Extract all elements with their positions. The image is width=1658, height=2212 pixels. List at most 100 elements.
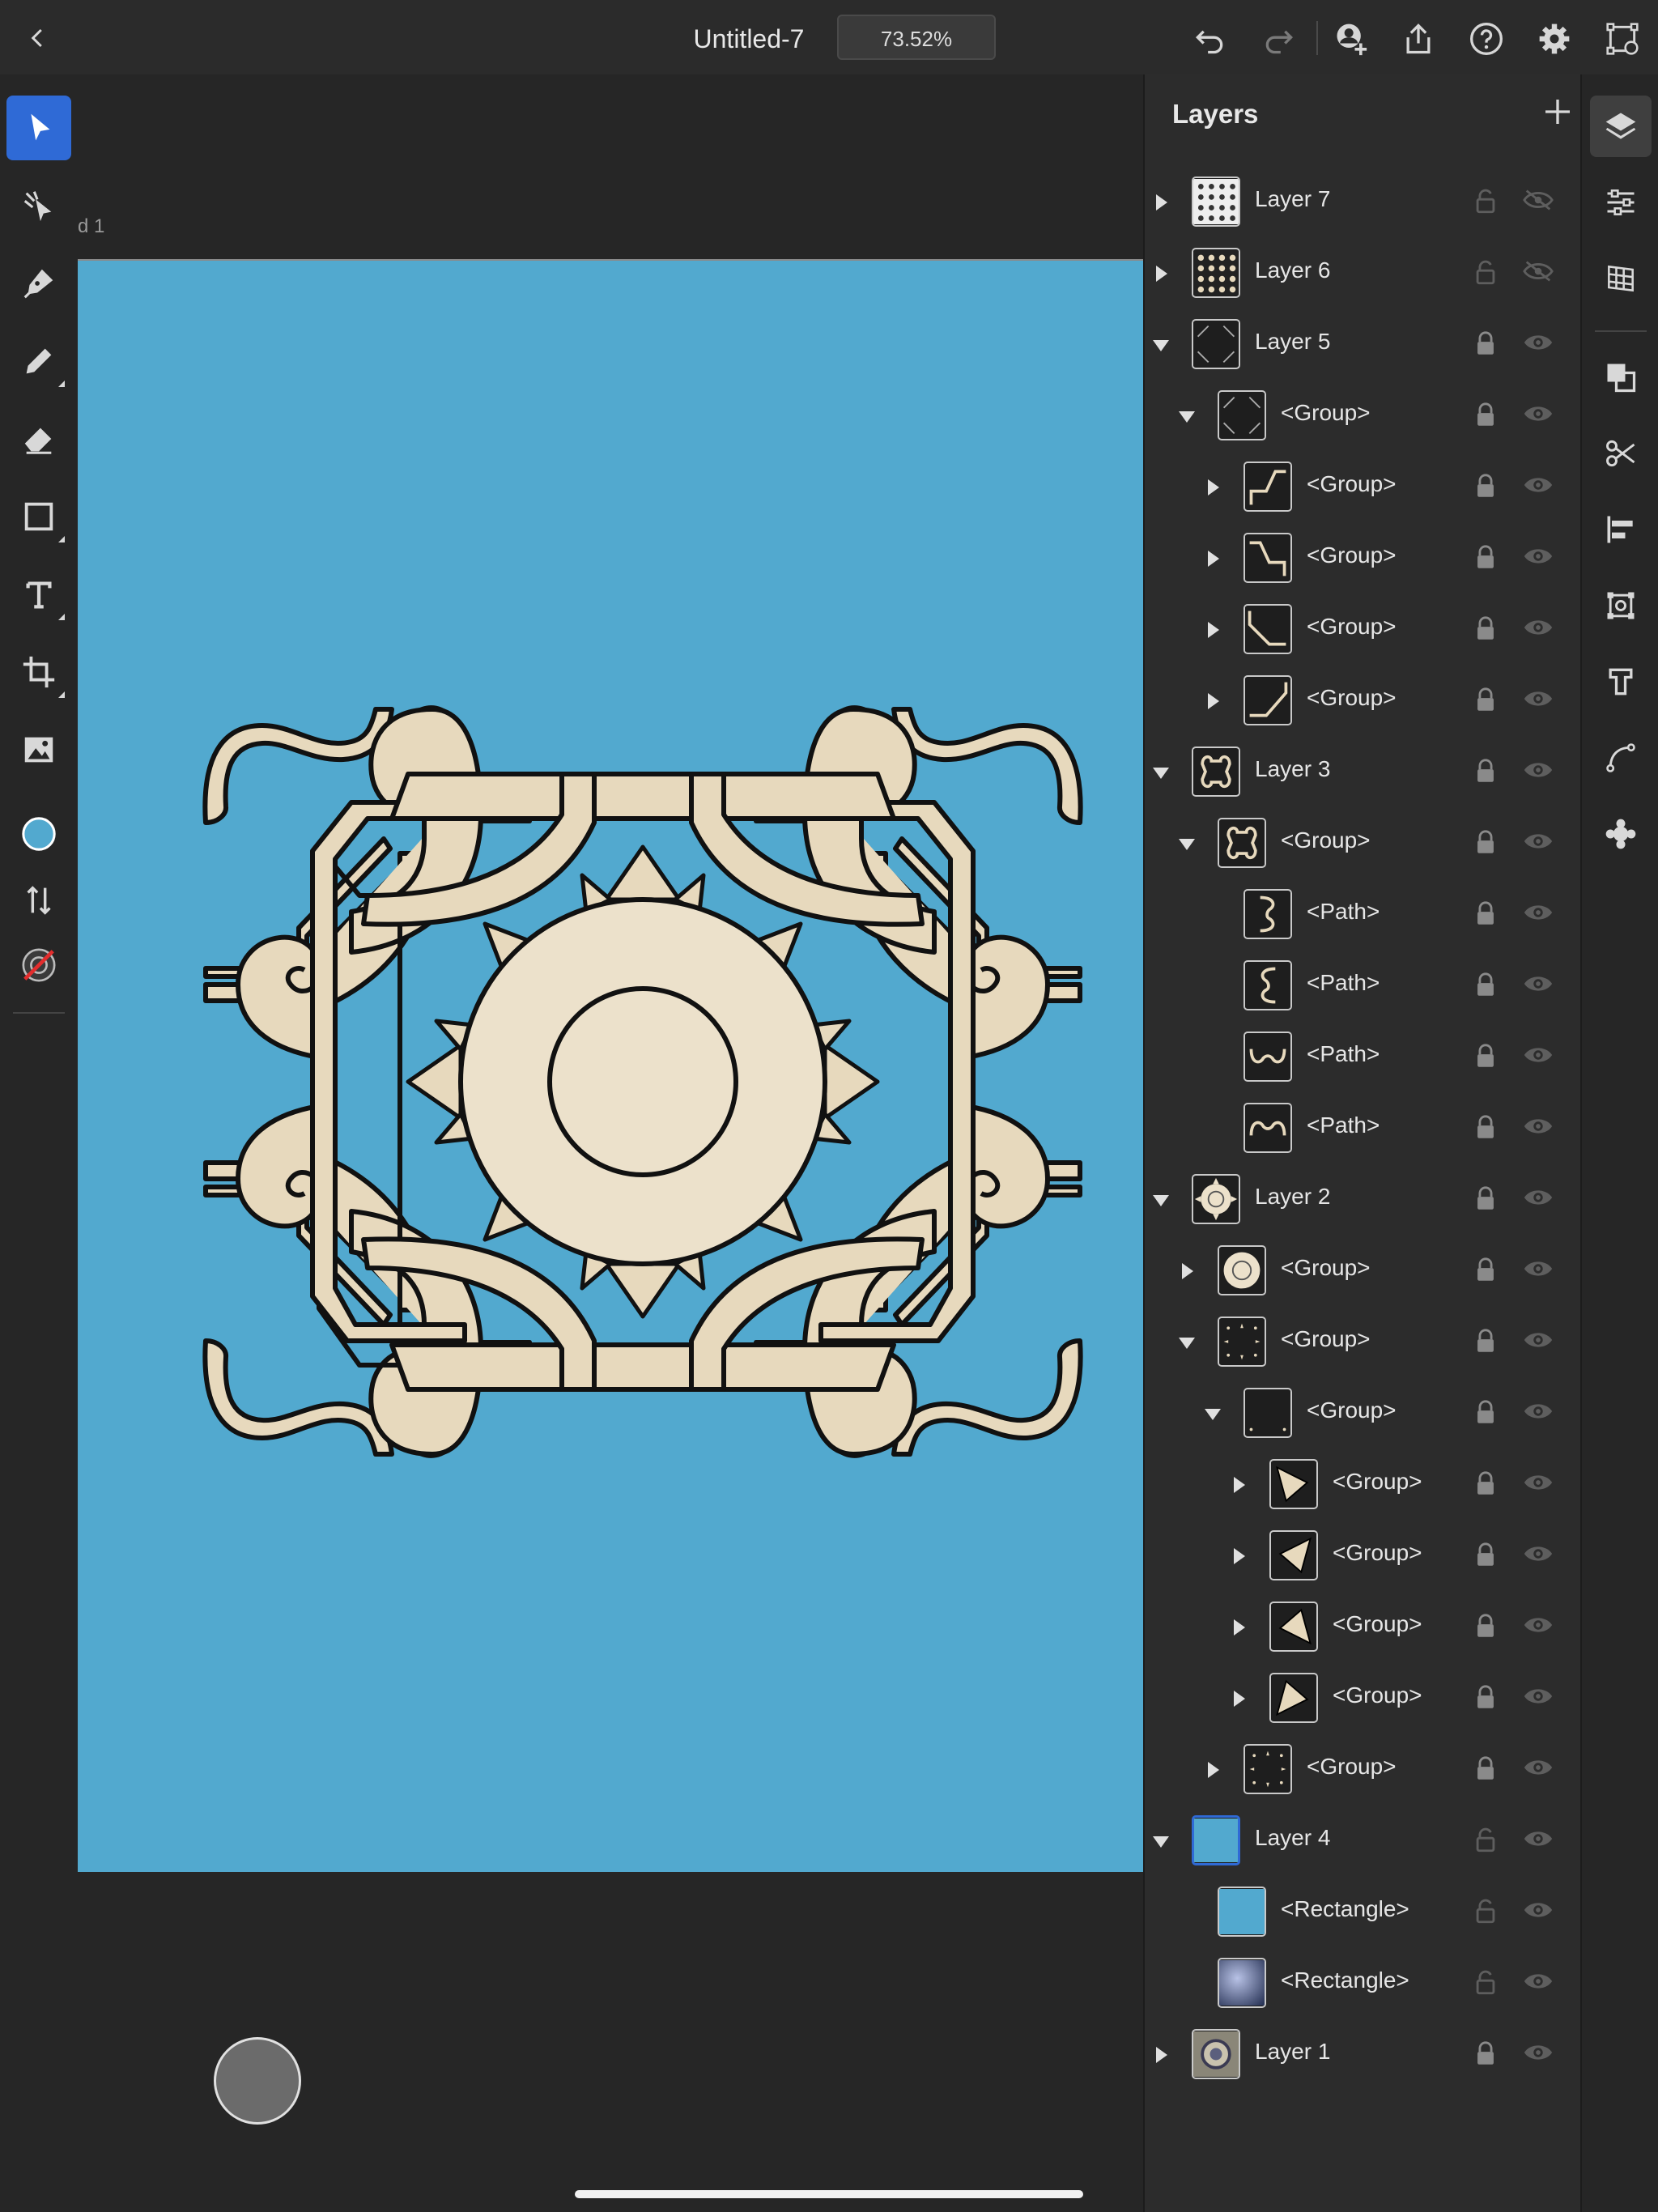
layer-row[interactable]: <Group> — [1145, 452, 1582, 523]
eye-icon[interactable] — [1522, 1613, 1554, 1640]
disclosure-collapsed-icon[interactable] — [1201, 1759, 1224, 1781]
disclosure-collapsed-icon[interactable] — [1175, 1260, 1198, 1283]
layer-row[interactable]: <Group> — [1145, 381, 1582, 452]
disclosure-collapsed-icon[interactable] — [1201, 476, 1224, 499]
layer-row[interactable]: <Rectangle> — [1145, 1877, 1582, 1948]
lock-closed-icon[interactable] — [1472, 1684, 1499, 1712]
layer-row[interactable]: Layer 7 — [1145, 167, 1582, 238]
lock-closed-icon[interactable] — [1472, 1613, 1499, 1640]
eye-icon[interactable] — [1522, 1542, 1554, 1569]
invite-button[interactable] — [1328, 16, 1373, 62]
disclosure-collapsed-icon[interactable] — [1227, 1616, 1250, 1639]
disclosure-expanded-icon[interactable] — [1150, 1189, 1172, 1211]
layer-row[interactable]: <Rectangle> — [1145, 1948, 1582, 2019]
lock-closed-icon[interactable] — [1472, 473, 1499, 500]
lock-closed-icon[interactable] — [1472, 1470, 1499, 1498]
disclosure-collapsed-icon[interactable] — [1201, 547, 1224, 570]
eye-icon[interactable] — [1522, 1684, 1554, 1712]
eye-icon[interactable] — [1522, 829, 1554, 857]
disclosure-expanded-icon[interactable] — [1175, 832, 1198, 855]
disclosure-expanded-icon[interactable] — [1201, 1402, 1224, 1425]
lock-open-icon[interactable] — [1472, 1827, 1499, 1854]
lock-closed-icon[interactable] — [1472, 1542, 1499, 1569]
disclosure-expanded-icon[interactable] — [1175, 1331, 1198, 1354]
fill-swatch[interactable] — [6, 802, 71, 866]
lock-closed-icon[interactable] — [1472, 330, 1499, 358]
layer-row[interactable]: <Group> — [1145, 666, 1582, 737]
layer-row[interactable]: Layer 6 — [1145, 238, 1582, 309]
back-button[interactable] — [18, 18, 58, 58]
lock-closed-icon[interactable] — [1472, 1114, 1499, 1142]
stroke-swatch[interactable] — [6, 933, 71, 998]
preview-button[interactable] — [1600, 16, 1645, 62]
quick-action-button[interactable] — [214, 2037, 301, 2125]
lock-open-icon[interactable] — [1472, 188, 1499, 215]
eye-icon[interactable] — [1522, 1399, 1554, 1427]
layer-row[interactable]: <Path> — [1145, 879, 1582, 951]
combine-shapes-button[interactable] — [1590, 347, 1652, 408]
eye-icon[interactable] — [1522, 1257, 1554, 1284]
lock-closed-icon[interactable] — [1472, 1185, 1499, 1213]
lock-closed-icon[interactable] — [1472, 2040, 1499, 2068]
eye-icon[interactable] — [1522, 1043, 1554, 1070]
layer-row[interactable]: Layer 1 — [1145, 2019, 1582, 2091]
align-button[interactable] — [1590, 499, 1652, 560]
layer-row[interactable]: Layer 2 — [1145, 1164, 1582, 1236]
eye-icon[interactable] — [1522, 402, 1554, 429]
layer-row[interactable]: <Group> — [1145, 1592, 1582, 1663]
eye-icon[interactable] — [1522, 544, 1554, 572]
disclosure-expanded-icon[interactable] — [1150, 1830, 1172, 1853]
layer-row[interactable]: <Path> — [1145, 951, 1582, 1022]
share-button[interactable] — [1396, 16, 1441, 62]
document-title[interactable]: Untitled-7 — [664, 19, 834, 58]
eye-icon[interactable] — [1522, 1898, 1554, 1925]
layer-row[interactable]: <Group> — [1145, 808, 1582, 879]
layer-row[interactable]: <Group> — [1145, 1734, 1582, 1806]
disclosure-expanded-icon[interactable] — [1150, 761, 1172, 784]
lock-closed-icon[interactable] — [1472, 758, 1499, 785]
ornament-artwork[interactable] — [78, 261, 1143, 1872]
lock-closed-icon[interactable] — [1472, 1755, 1499, 1783]
transform-button[interactable] — [1590, 575, 1652, 636]
swap-colors-button[interactable] — [6, 868, 71, 933]
eye-icon[interactable] — [1522, 1827, 1554, 1854]
lock-closed-icon[interactable] — [1472, 615, 1499, 643]
lock-closed-icon[interactable] — [1472, 687, 1499, 714]
add-layer-button[interactable] — [1541, 96, 1574, 128]
eye-icon[interactable] — [1522, 1185, 1554, 1213]
path-button[interactable] — [1590, 727, 1652, 789]
pencil-tool[interactable] — [6, 329, 71, 393]
eye-icon[interactable] — [1522, 1755, 1554, 1783]
redo-button[interactable] — [1256, 16, 1302, 62]
lock-closed-icon[interactable] — [1472, 402, 1499, 429]
layer-row[interactable]: <Group> — [1145, 1663, 1582, 1734]
direct-select-tool[interactable] — [6, 173, 71, 238]
layers-panel-button[interactable] — [1590, 96, 1652, 157]
lock-closed-icon[interactable] — [1472, 1043, 1499, 1070]
lock-open-icon[interactable] — [1472, 259, 1499, 287]
layer-row[interactable]: <Path> — [1145, 1093, 1582, 1164]
shape-tool[interactable] — [6, 484, 71, 549]
eye-icon[interactable] — [1522, 972, 1554, 999]
type-tool[interactable] — [6, 562, 71, 627]
transform-tool[interactable] — [6, 640, 71, 704]
lock-open-icon[interactable] — [1472, 1969, 1499, 1997]
eye-icon[interactable] — [1522, 758, 1554, 785]
disclosure-collapsed-icon[interactable] — [1150, 262, 1172, 285]
scissors-button[interactable] — [1590, 423, 1652, 484]
disclosure-collapsed-icon[interactable] — [1201, 619, 1224, 641]
canvas-area[interactable]: d 1 — [78, 74, 1143, 2212]
lock-closed-icon[interactable] — [1472, 1328, 1499, 1355]
place-image-tool[interactable] — [6, 717, 71, 782]
properties-button[interactable] — [1590, 172, 1652, 233]
disclosure-collapsed-icon[interactable] — [1150, 2044, 1172, 2066]
help-button[interactable] — [1464, 16, 1509, 62]
layer-row[interactable]: <Group> — [1145, 594, 1582, 666]
eye-icon[interactable] — [1522, 1470, 1554, 1498]
lock-closed-icon[interactable] — [1472, 1257, 1499, 1284]
pen-tool[interactable] — [6, 251, 71, 316]
eye-icon[interactable] — [1522, 330, 1554, 358]
eye-icon[interactable] — [1522, 2040, 1554, 2068]
settings-button[interactable] — [1532, 16, 1577, 62]
eye-hidden-icon[interactable] — [1522, 259, 1554, 287]
